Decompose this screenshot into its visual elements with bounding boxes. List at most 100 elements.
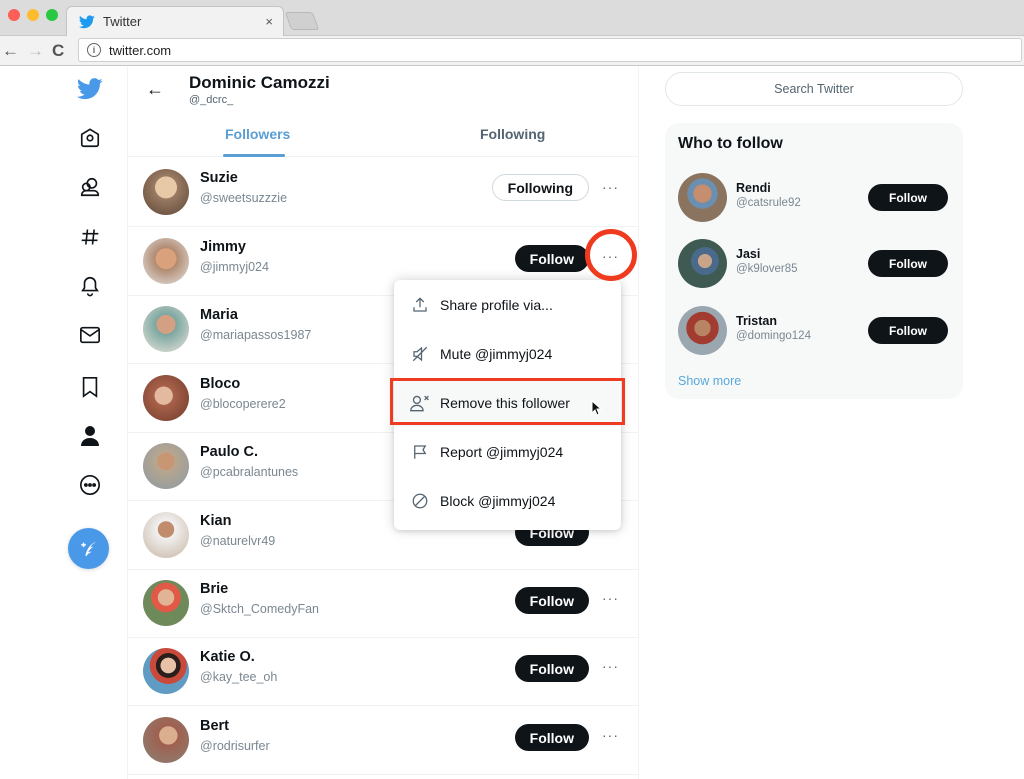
menu-item-mute[interactable]: Mute @jimmyj024 [394, 329, 621, 378]
avatar[interactable] [678, 239, 727, 288]
info-icon[interactable]: i [87, 43, 101, 57]
suggestion-handle: @k9lover85 [736, 263, 798, 275]
messages-envelope-icon[interactable] [76, 321, 104, 349]
follower-row[interactable]: Katie O. @kay_tee_oh Follow ··· [128, 637, 639, 706]
avatar[interactable] [143, 580, 189, 626]
profile-tabs: Followers Following [128, 123, 639, 157]
browser-tab[interactable]: Twitter × [66, 6, 284, 36]
suggestion-item[interactable]: Rendi @catsrule92 Follow [665, 173, 963, 233]
communities-icon[interactable] [76, 173, 104, 201]
remove-follower-icon [410, 393, 430, 413]
suggestion-item[interactable]: Jasi @k9lover85 Follow [665, 239, 963, 299]
avatar[interactable] [143, 443, 189, 489]
follow-button[interactable]: Follow [868, 317, 948, 344]
follow-button[interactable]: Follow [868, 250, 948, 277]
profile-icon[interactable] [76, 422, 104, 450]
menu-item-label: Block @jimmyj024 [440, 492, 556, 509]
twitter-logo-icon[interactable] [76, 75, 104, 103]
suggestion-item[interactable]: Tristan @domingo124 Follow [665, 306, 963, 366]
follower-name[interactable]: Bert [200, 718, 229, 734]
browser-toolbar: ← → C i twitter.com [0, 36, 1024, 66]
show-more-link[interactable]: Show more [678, 374, 741, 388]
active-tab-indicator [223, 154, 285, 157]
notifications-bell-icon[interactable] [76, 272, 104, 300]
avatar[interactable] [143, 169, 189, 215]
menu-item-block[interactable]: Block @jimmyj024 [394, 476, 621, 525]
profile-header: ← Dominic Camozzi @_dcrc_ Followers Foll… [128, 67, 639, 157]
forward-arrow-icon[interactable]: → [27, 41, 44, 61]
follower-name[interactable]: Suzie [200, 170, 238, 186]
follow-button[interactable]: Follow [514, 245, 589, 272]
following-button[interactable]: Following [491, 174, 589, 201]
suggestion-handle: @catsrule92 [736, 197, 801, 209]
address-bar[interactable]: i twitter.com [78, 38, 1022, 62]
follower-handle: @sweetsuzzzie [200, 191, 288, 205]
back-arrow-icon[interactable]: ← [2, 41, 19, 61]
avatar[interactable] [143, 648, 189, 694]
suggestion-name[interactable]: Tristan [736, 314, 777, 328]
follow-button[interactable]: Follow [868, 184, 948, 211]
suggestion-handle: @domingo124 [736, 330, 811, 342]
follow-button[interactable]: Follow [514, 587, 589, 614]
avatar[interactable] [143, 512, 189, 558]
mute-icon [410, 344, 430, 364]
new-tab-button[interactable] [284, 12, 320, 30]
avatar[interactable] [678, 173, 727, 222]
compose-tweet-button[interactable] [68, 528, 109, 569]
more-icon[interactable]: ··· [602, 659, 619, 673]
left-navigation [62, 67, 128, 779]
follower-handle: @Sktch_ComedyFan [200, 602, 319, 616]
search-placeholder: Search Twitter [774, 82, 854, 96]
menu-item-label: Mute @jimmyj024 [440, 345, 553, 362]
follower-name[interactable]: Katie O. [200, 649, 255, 665]
follower-row[interactable]: Bert @rodrisurfer Follow ··· [128, 706, 639, 775]
more-options-icon[interactable] [76, 471, 104, 499]
more-icon[interactable]: ··· [602, 180, 619, 194]
follower-row[interactable]: Brie @Sktch_ComedyFan Follow ··· [128, 569, 639, 638]
user-context-menu: Share profile via... Mute @jimmyj024 Rem… [394, 280, 621, 530]
who-to-follow-panel: Who to follow Rendi @catsrule92 Follow J… [665, 123, 963, 399]
follow-button[interactable]: Follow [514, 724, 589, 751]
suggestion-name[interactable]: Jasi [736, 247, 760, 261]
explore-hashtag-icon[interactable] [76, 223, 104, 251]
follow-button[interactable]: Follow [514, 655, 589, 682]
home-icon[interactable] [76, 124, 104, 152]
profile-name: Dominic Camozzi [189, 73, 330, 92]
menu-item-remove-follower[interactable]: Remove this follower [394, 378, 621, 427]
search-input[interactable]: Search Twitter [665, 72, 963, 106]
avatar[interactable] [143, 306, 189, 352]
maximize-window-button[interactable] [46, 9, 58, 21]
follower-handle: @mariapassos1987 [200, 328, 312, 342]
reload-icon[interactable]: C [52, 41, 64, 61]
follower-name[interactable]: Maria [200, 307, 238, 323]
minimize-window-button[interactable] [27, 9, 39, 21]
feather-plus-icon [80, 541, 96, 556]
suggestion-name[interactable]: Rendi [736, 181, 771, 195]
tab-followers[interactable]: Followers [225, 126, 290, 142]
follower-name[interactable]: Kian [200, 513, 231, 529]
follower-row[interactable]: Suzie @sweetsuzzzie Following ··· [128, 158, 639, 227]
avatar[interactable] [143, 375, 189, 421]
profile-handle: @_dcrc_ [189, 94, 234, 106]
follower-name[interactable]: Bloco [200, 376, 240, 392]
avatar[interactable] [678, 306, 727, 355]
more-icon[interactable]: ··· [602, 249, 619, 263]
follower-name[interactable]: Jimmy [200, 239, 246, 255]
bookmarks-icon[interactable] [76, 373, 104, 401]
menu-item-share-profile[interactable]: Share profile via... [394, 280, 621, 329]
menu-item-label: Report @jimmyj024 [440, 443, 564, 460]
tab-following[interactable]: Following [480, 126, 545, 142]
menu-item-report[interactable]: Report @jimmyj024 [394, 427, 621, 476]
close-window-button[interactable] [8, 9, 20, 21]
avatar[interactable] [143, 238, 189, 284]
follower-name[interactable]: Paulo C. [200, 444, 258, 460]
back-arrow-icon[interactable]: ← [146, 79, 164, 100]
more-icon[interactable]: ··· [602, 591, 619, 605]
more-icon[interactable]: ··· [602, 728, 619, 742]
flag-icon [410, 442, 430, 462]
share-icon [410, 295, 430, 315]
follower-name[interactable]: Brie [200, 581, 228, 597]
follower-handle: @jimmyj024 [200, 260, 269, 274]
avatar[interactable] [143, 717, 189, 763]
tab-close-icon[interactable]: × [265, 14, 273, 29]
